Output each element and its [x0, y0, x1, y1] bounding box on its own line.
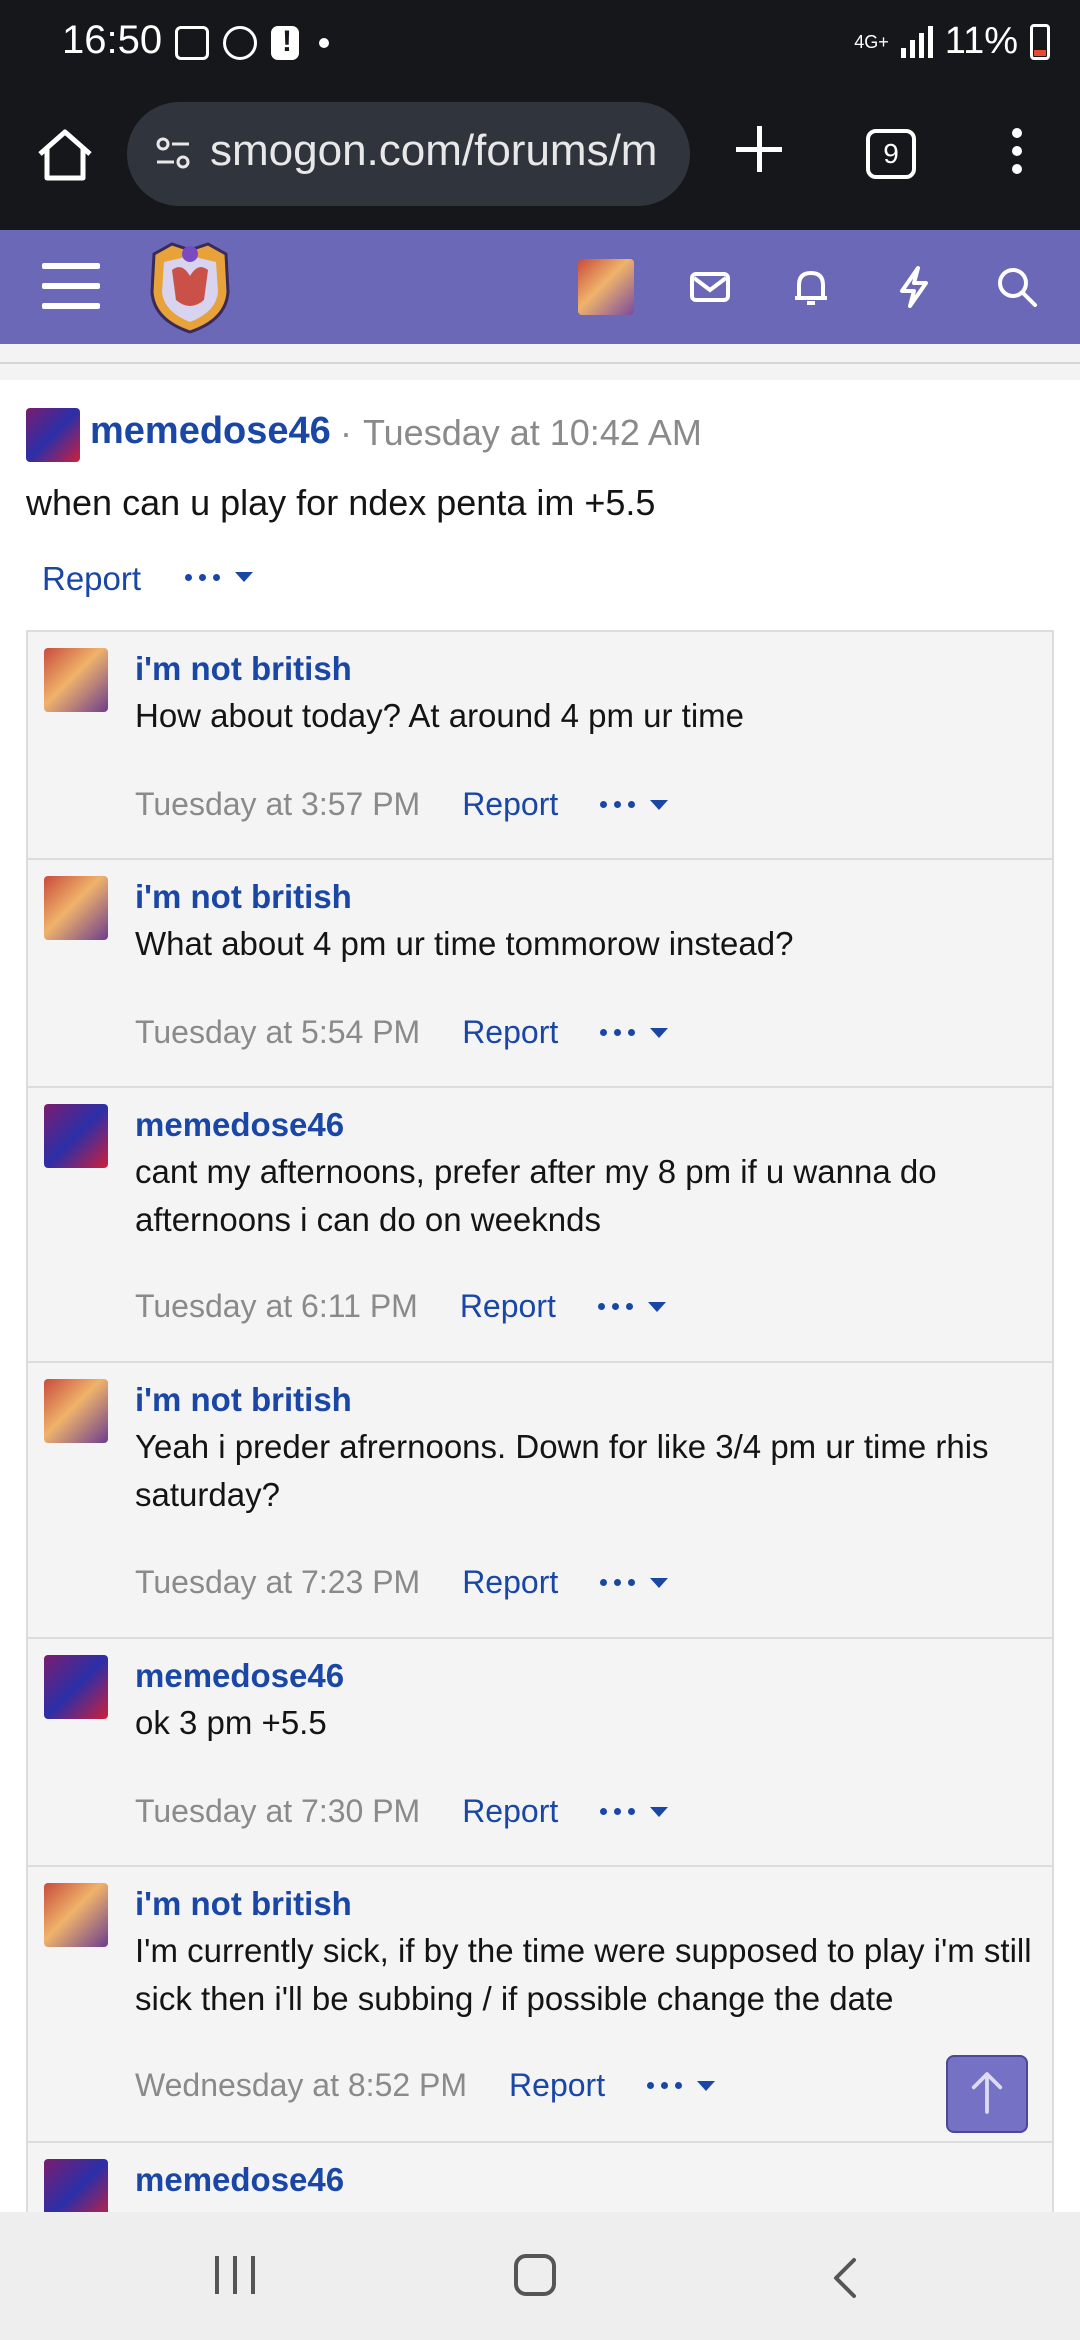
status-bar: 16:50 4G+ 11%	[0, 0, 1080, 90]
status-time: 16:50	[62, 18, 163, 62]
comment-item: i'm not british How about today? At arou…	[28, 632, 1052, 860]
report-link[interactable]: Report	[509, 2067, 605, 2104]
smogon-logo[interactable]	[146, 240, 234, 334]
comment-timestamp[interactable]: Wednesday at 8:52 PM	[135, 2067, 467, 2104]
chevron-down-icon	[650, 799, 669, 810]
home-icon[interactable]	[30, 120, 100, 190]
recent-apps-icon[interactable]	[215, 2256, 255, 2296]
new-tab-icon[interactable]	[730, 120, 790, 180]
comment-meta: Wednesday at 8:52 PM Report	[135, 2067, 716, 2104]
divider	[0, 344, 1080, 380]
comment-author-link[interactable]: i'm not british	[135, 878, 352, 916]
comment-item: memedose46 ok 3 pm +5.5 Tuesday at 7:30 …	[28, 1639, 1052, 1867]
chevron-down-icon	[650, 1577, 669, 1588]
more-options-menu[interactable]	[600, 799, 669, 810]
gallery-icon	[175, 26, 209, 60]
account-avatar[interactable]	[578, 259, 634, 315]
battery-icon	[1030, 23, 1050, 60]
home-nav-icon[interactable]	[514, 2254, 556, 2296]
comment-author-link[interactable]: memedose46	[135, 1657, 344, 1695]
comment-author-link[interactable]: memedose46	[135, 1106, 344, 1144]
comment-meta: Tuesday at 5:54 PM Report	[135, 1014, 669, 1051]
comment-timestamp[interactable]: Tuesday at 3:57 PM	[135, 786, 420, 823]
bell-icon[interactable]	[786, 262, 836, 312]
chevron-down-icon	[650, 1806, 669, 1817]
avatar[interactable]	[44, 1104, 108, 1168]
comment-text: I'm currently sick, if by the time were …	[135, 1932, 1032, 2017]
chevron-down-icon	[697, 2080, 716, 2091]
comment-list: i'm not british How about today? At arou…	[26, 630, 1054, 2250]
back-icon[interactable]	[826, 2256, 866, 2300]
comment-meta: Tuesday at 7:30 PM Report	[135, 1793, 669, 1830]
address-bar[interactable]: smogon.com/forums/m	[127, 102, 690, 206]
comment-text: What about 4 pm ur time tommorow instead…	[135, 925, 794, 962]
inbox-icon[interactable]	[685, 262, 735, 312]
alert-icon	[271, 25, 299, 60]
comment-author-link[interactable]: i'm not british	[135, 650, 352, 688]
forum-header	[0, 230, 1080, 344]
comment-text: ok 3 pm +5.5	[135, 1704, 327, 1741]
site-settings-icon[interactable]	[153, 134, 193, 174]
more-menu-icon[interactable]	[1005, 128, 1029, 188]
chevron-down-icon	[647, 1301, 666, 1312]
network-type: 4G+	[854, 31, 889, 52]
separator: ·	[340, 412, 352, 453]
report-link[interactable]: Report	[462, 1793, 558, 1830]
scroll-to-top-button[interactable]	[946, 2055, 1028, 2133]
comment-text: Yeah i preder afrernoons. Down for like …	[135, 1428, 989, 1513]
post-timestamp[interactable]: Tuesday at 10:42 AM	[363, 412, 702, 454]
url-text: smogon.com/forums/m	[210, 126, 658, 175]
report-link[interactable]: Report	[460, 1288, 556, 1325]
comment-timestamp[interactable]: Tuesday at 5:54 PM	[135, 1014, 420, 1051]
signal-icon	[900, 25, 933, 58]
report-link[interactable]: Report	[462, 1014, 558, 1051]
comment-text: cant my afternoons, prefer after my 8 pm…	[135, 1153, 937, 1238]
arrow-up-icon	[971, 2072, 1003, 2114]
post-author-link[interactable]: memedose46	[90, 410, 331, 453]
tab-switcher-button[interactable]: 9	[866, 129, 916, 179]
comment-timestamp[interactable]: Tuesday at 7:30 PM	[135, 1793, 420, 1830]
comment-item: i'm not british Yeah i preder afrernoons…	[28, 1363, 1052, 1639]
more-options-menu[interactable]	[597, 1301, 666, 1312]
more-options-menu[interactable]	[600, 1806, 669, 1817]
more-options-menu[interactable]	[647, 2080, 716, 2091]
comment-text: How about today? At around 4 pm ur time	[135, 697, 745, 734]
comment-author-link[interactable]: i'm not british	[135, 1381, 352, 1419]
status-right: 4G+ 11%	[854, 20, 1050, 63]
more-notifications-icon	[319, 38, 329, 48]
comment-timestamp[interactable]: Tuesday at 6:11 PM	[135, 1288, 418, 1325]
avatar[interactable]	[44, 648, 108, 712]
comment-timestamp[interactable]: Tuesday at 7:23 PM	[135, 1564, 420, 1601]
avatar[interactable]	[44, 1655, 108, 1719]
comment-author-link[interactable]: i'm not british	[135, 1885, 352, 1923]
chevron-down-icon	[650, 1027, 669, 1038]
lightning-icon[interactable]	[889, 262, 939, 312]
avatar[interactable]	[26, 408, 80, 462]
comment-meta: Tuesday at 6:11 PM Report	[135, 1288, 666, 1325]
comment-item: memedose46 cant my afternoons, prefer af…	[28, 1088, 1052, 1363]
avatar[interactable]	[44, 1379, 108, 1443]
more-options-menu[interactable]	[600, 1577, 669, 1588]
comment-author-link[interactable]: memedose46	[135, 2161, 344, 2199]
avatar[interactable]	[44, 876, 108, 940]
more-options-menu[interactable]	[600, 1027, 669, 1038]
comment-meta: Tuesday at 7:23 PM Report	[135, 1564, 669, 1601]
search-icon[interactable]	[992, 262, 1042, 312]
report-link[interactable]: Report	[42, 560, 141, 598]
chevron-down-icon	[235, 572, 253, 582]
system-nav-bar	[0, 2212, 1080, 2340]
comment-item: i'm not british I'm currently sick, if b…	[28, 1867, 1052, 2143]
report-link[interactable]: Report	[462, 786, 558, 823]
post-body: when can u play for ndex penta im +5.5	[26, 482, 656, 523]
more-options-menu[interactable]	[185, 572, 253, 582]
avatar[interactable]	[44, 1883, 108, 1947]
browser-toolbar: smogon.com/forums/m 9	[0, 90, 1080, 230]
hamburger-menu-icon[interactable]	[42, 263, 100, 311]
report-link[interactable]: Report	[462, 1564, 558, 1601]
notification-icons	[175, 25, 329, 60]
whatsapp-icon	[223, 26, 257, 60]
battery-percent: 11%	[944, 20, 1018, 62]
comment-item: i'm not british What about 4 pm ur time …	[28, 860, 1052, 1088]
comment-meta: Tuesday at 3:57 PM Report	[135, 786, 669, 823]
